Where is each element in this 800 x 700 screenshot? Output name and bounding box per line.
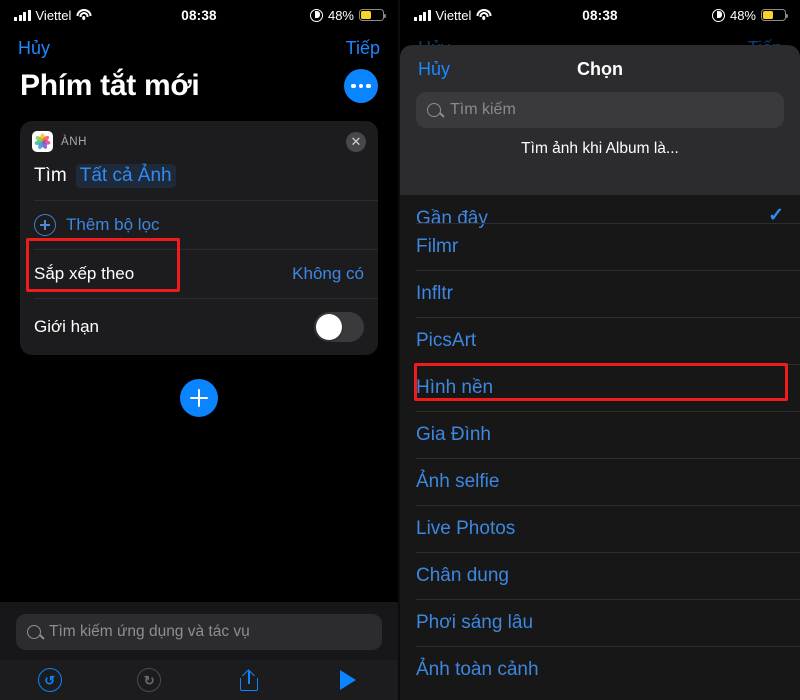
sheet-hint-label: Tìm ảnh khi Album là... — [521, 140, 679, 157]
page-title: Phím tắt mới — [20, 69, 200, 102]
album-option-list[interactable]: Gần đây ✓ Filmr Infltr PicsArt Hình nền … — [400, 195, 800, 700]
find-value-token[interactable]: Tất cả Ảnh — [75, 164, 176, 188]
search-placeholder: Tìm kiếm ứng dụng và tác vụ — [49, 623, 250, 640]
limit-toggle[interactable] — [314, 312, 364, 342]
list-item-label: Live Photos — [416, 517, 516, 539]
list-item[interactable]: Gia Đình — [400, 411, 800, 458]
app-tag: ÀNH — [32, 131, 87, 152]
sheet-title: Chọn — [577, 59, 623, 79]
list-item[interactable]: Filmr — [400, 223, 800, 270]
list-item[interactable]: Chân dung — [400, 552, 800, 599]
wifi-icon — [476, 9, 492, 21]
list-item[interactable]: Ảnh toàn cảnh — [400, 646, 800, 693]
carrier-label: Viettel — [435, 7, 472, 23]
left-bottom-dock: Tìm kiếm ứng dụng và tác vụ ↺ ↻ — [0, 602, 398, 700]
add-filter-row[interactable]: Thêm bộ lọc — [20, 201, 378, 249]
action-card-header: ÀNH ✕ — [20, 121, 378, 158]
search-icon — [27, 625, 41, 639]
status-bar-right: Viettel 08:38 48% — [400, 0, 800, 30]
battery-percent-label: 48% — [729, 7, 756, 23]
redo-icon: ↻ — [137, 668, 162, 692]
low-power-mode-icon — [309, 8, 323, 22]
list-item[interactable]: Live Photos — [400, 505, 800, 552]
carrier-label: Viettel — [35, 7, 72, 23]
status-right-group: 48% — [600, 7, 789, 23]
list-item-label: Ảnh selfie — [416, 470, 500, 492]
album-picker-sheet: Hủy Chọn Tìm kiếm Tìm ảnh khi Album là..… — [400, 45, 800, 700]
action-card: ÀNH ✕ Tìm Tất cả Ảnh Thêm bộ lọc Sắp xếp… — [20, 121, 378, 355]
share-button[interactable] — [199, 668, 299, 691]
plus-circle-icon — [34, 214, 56, 236]
sheet-search-wrap: Tìm kiếm — [400, 90, 800, 140]
find-row: Tìm Tất cả Ảnh — [20, 158, 378, 200]
cellular-bars-icon — [414, 9, 431, 21]
sort-by-row[interactable]: Sắp xếp theo Không có — [20, 250, 378, 298]
search-input[interactable]: Tìm kiếm ứng dụng và tác vụ — [16, 614, 382, 650]
find-label: Tìm — [34, 165, 67, 186]
next-button[interactable]: Tiếp — [346, 38, 380, 59]
add-filter-group[interactable]: Thêm bộ lọc — [34, 214, 160, 236]
list-item-label: Chân dung — [416, 564, 509, 586]
add-action-button[interactable] — [180, 379, 218, 417]
cancel-button[interactable]: Hủy — [18, 38, 50, 59]
right-phone-screen: Viettel 08:38 48% Hủy Tiếp Hủy Chọn — [400, 0, 800, 700]
add-action-row — [0, 379, 398, 417]
list-item[interactable]: Phơi sáng lâu — [400, 599, 800, 646]
list-item-label: Phơi sáng lâu — [416, 611, 534, 633]
photos-app-icon — [32, 131, 53, 152]
play-icon — [340, 670, 357, 690]
list-item-label: Infltr — [416, 282, 453, 304]
battery-icon — [359, 9, 387, 21]
status-left-group: Viettel — [414, 8, 600, 23]
more-options-button[interactable] — [344, 69, 378, 103]
sheet-cancel-button[interactable]: Hủy — [418, 59, 450, 80]
undo-glyph: ↺ — [44, 672, 56, 688]
sheet-search-input[interactable]: Tìm kiếm — [416, 92, 784, 128]
status-left-group: Viettel — [14, 8, 199, 23]
sort-by-value[interactable]: Không có — [292, 264, 364, 284]
list-item-label: Gia Đình — [416, 423, 491, 445]
list-item[interactable]: Ảnh selfie — [400, 458, 800, 505]
sheet-search-placeholder: Tìm kiếm — [450, 101, 516, 118]
bottom-toolbar: ↺ ↻ — [0, 660, 398, 700]
limit-label: Giới hạn — [34, 317, 100, 336]
sheet-nav-bar: Hủy Chọn — [400, 45, 800, 90]
list-item[interactable]: Gần đây ✓ — [400, 195, 800, 229]
page-title-row: Phím tắt mới — [0, 63, 398, 117]
play-button[interactable] — [299, 670, 399, 690]
dual-screenshot-container: Viettel 08:38 48% Hủy Tiếp Phím tắt mới — [0, 0, 800, 700]
undo-icon: ↺ — [37, 668, 62, 692]
battery-icon — [761, 9, 789, 21]
sort-by-label: Sắp xếp theo — [34, 264, 135, 283]
redo-button[interactable]: ↻ — [100, 668, 200, 692]
close-icon[interactable]: ✕ — [346, 131, 366, 152]
search-icon — [427, 103, 441, 117]
left-phone-screen: Viettel 08:38 48% Hủy Tiếp Phím tắt mới — [0, 0, 400, 700]
cellular-bars-icon — [14, 9, 31, 21]
left-nav-bar: Hủy Tiếp — [0, 30, 398, 63]
list-item-label: PicsArt — [416, 329, 477, 351]
share-icon — [239, 668, 258, 691]
limit-row: Giới hạn — [20, 299, 378, 355]
status-bar-left: Viettel 08:38 48% — [0, 0, 398, 30]
list-item-label: Filmr — [416, 235, 459, 257]
redo-glyph: ↻ — [143, 672, 155, 688]
search-shelf: Tìm kiếm ứng dụng và tác vụ — [0, 602, 398, 660]
app-name-label: ÀNH — [61, 135, 88, 148]
battery-percent-label: 48% — [327, 7, 354, 23]
list-item[interactable]: PicsArt — [400, 317, 800, 364]
add-filter-label: Thêm bộ lọc — [66, 215, 160, 234]
list-item[interactable]: Infltr — [400, 270, 800, 317]
list-item-label: Ảnh toàn cảnh — [416, 658, 539, 680]
undo-button[interactable]: ↺ — [0, 668, 100, 692]
wifi-icon — [76, 9, 92, 21]
status-right-group: 48% — [199, 7, 387, 23]
list-item-label: Hình nền — [416, 376, 494, 398]
low-power-mode-icon — [711, 8, 725, 22]
list-item-highlighted[interactable]: Hình nền — [400, 364, 800, 411]
